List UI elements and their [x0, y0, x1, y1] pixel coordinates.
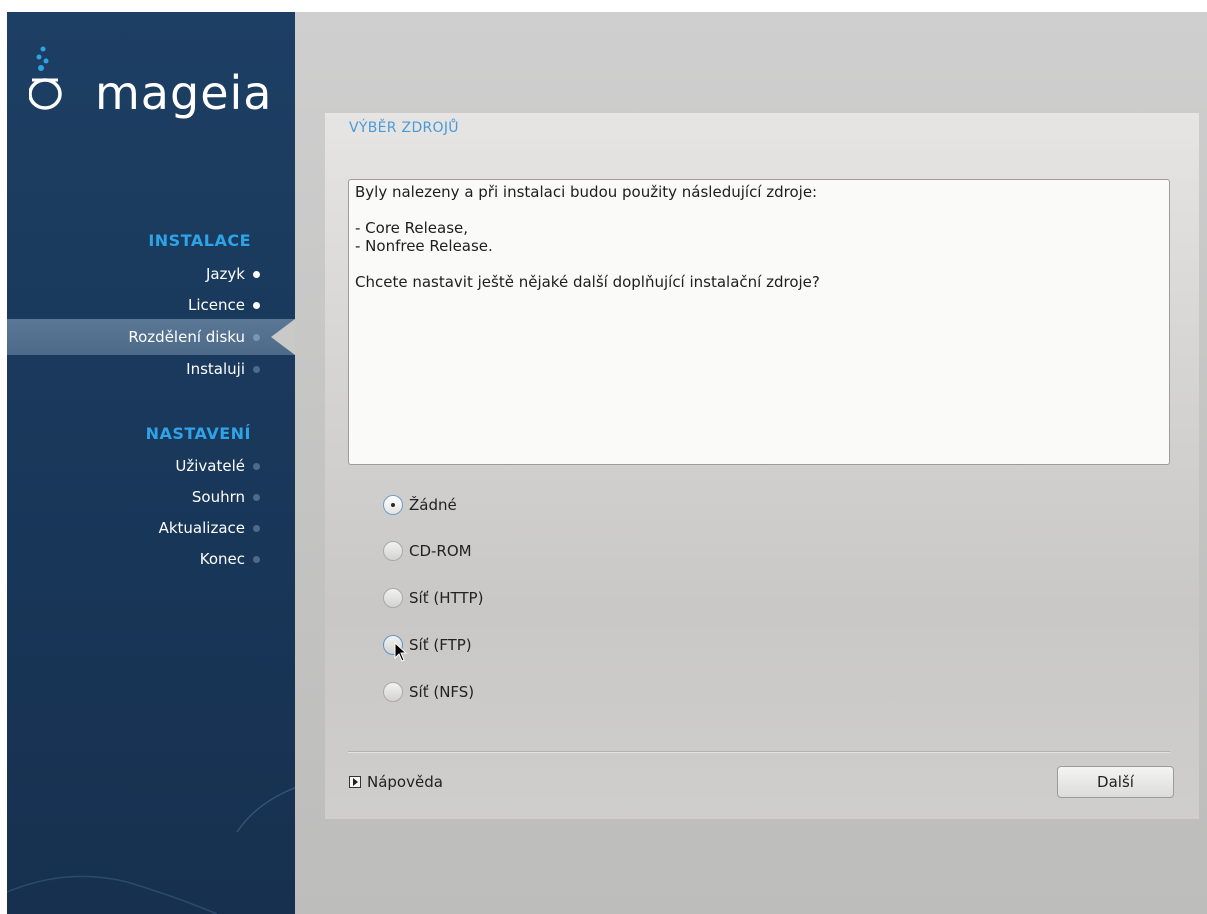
step-rozdeleni-disku: Rozdělení disku [128, 326, 273, 348]
mageia-logo: mageia [28, 46, 279, 126]
step-label: Uživatelé [175, 457, 245, 475]
step-aktualizace: Aktualizace [159, 517, 273, 539]
radio-label: Žádné [409, 496, 457, 514]
step-konec: Konec [200, 548, 273, 570]
radio-unchecked-icon[interactable] [383, 588, 403, 608]
radio-label: Síť (NFS) [409, 683, 475, 701]
step-pending-dot-icon [253, 365, 260, 373]
step-jazyk: Jazyk [206, 263, 273, 285]
step-pending-dot-icon [253, 333, 260, 341]
radio-label: Síť (FTP) [409, 636, 472, 654]
step-uzivatele: Uživatelé [175, 455, 273, 477]
step-pending-dot-icon [253, 555, 260, 563]
step-label: Souhrn [191, 488, 245, 506]
sidebar: mageia INSTALACE Jazyk Licence Rozdělení… [7, 12, 295, 914]
installer-screen: mageia INSTALACE Jazyk Licence Rozdělení… [7, 12, 1207, 914]
radio-label: CD-ROM [409, 542, 472, 560]
message-line: - Nonfree Release. [355, 237, 493, 255]
step-label: Rozdělení disku [128, 328, 245, 346]
step-pending-dot-icon [253, 524, 260, 532]
step-done-dot-icon [253, 270, 260, 278]
message-blank-line [355, 201, 1163, 219]
expand-arrow-icon[interactable] [349, 776, 361, 788]
message-line: - Core Release, [355, 219, 469, 237]
radio-unchecked-icon[interactable] [383, 541, 403, 561]
step-pending-dot-icon [253, 493, 260, 501]
help-label: Nápověda [367, 773, 443, 791]
step-label: Aktualizace [158, 519, 245, 537]
step-licence: Licence [188, 294, 273, 316]
mageia-cauldron-icon [28, 46, 62, 110]
step-label: Licence [188, 296, 245, 314]
message-text-box[interactable]: Byly nalezeny a při instalaci budou použ… [348, 179, 1170, 465]
step-done-dot-icon [253, 301, 260, 309]
radio-option-sit-nfs[interactable]: Síť (NFS) [383, 680, 474, 704]
message-blank-line [355, 255, 1163, 273]
radio-option-sit-http[interactable]: Síť (HTTP) [383, 586, 483, 610]
message-line: Byly nalezeny a při instalaci budou použ… [355, 183, 818, 201]
step-pending-dot-icon [253, 462, 260, 470]
page-title: VÝBĚR ZDROJŮ [349, 120, 459, 136]
logo-wordmark: mageia [95, 66, 273, 120]
radio-option-sit-ftp[interactable]: Síť (FTP) [383, 633, 472, 662]
message-line: Chcete nastavit ještě nějaké další doplň… [355, 273, 820, 291]
step-souhrn: Souhrn [192, 486, 273, 508]
section-title-nastaveni: NASTAVENÍ [145, 424, 251, 443]
step-label: Konec [199, 550, 245, 568]
step-label: Instaluji [186, 360, 245, 378]
next-button[interactable]: Další [1057, 766, 1174, 798]
separator [348, 751, 1170, 753]
help-expander[interactable]: Nápověda [349, 770, 443, 794]
radio-unchecked-icon[interactable] [383, 682, 403, 702]
section-title-instalace: INSTALACE [148, 231, 251, 250]
radio-option-cdrom[interactable]: CD-ROM [383, 539, 472, 563]
radio-checked-icon[interactable] [383, 495, 403, 515]
mouse-pointer-icon [394, 642, 408, 662]
media-selection-panel: VÝBĚR ZDROJŮ Byly nalezeny a při instala… [325, 113, 1199, 819]
radio-option-zadne[interactable]: Žádné [383, 493, 457, 517]
radio-label: Síť (HTTP) [409, 589, 484, 607]
step-label: Jazyk [205, 265, 245, 283]
radio-unchecked-icon[interactable] [383, 635, 408, 662]
step-instaluji: Instaluji [186, 358, 273, 380]
